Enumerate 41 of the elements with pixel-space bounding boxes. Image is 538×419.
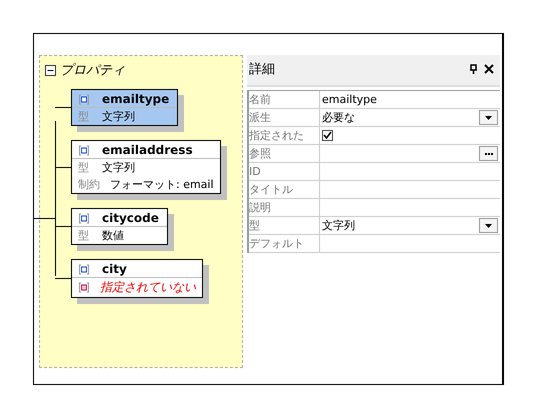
property-label: デフォルト bbox=[249, 235, 320, 252]
element-icon bbox=[78, 212, 90, 224]
element-icon bbox=[78, 282, 90, 293]
property-label: 指定された bbox=[249, 127, 320, 144]
details-title: 詳細 bbox=[249, 61, 276, 78]
close-icon[interactable] bbox=[484, 64, 494, 74]
caret-icon bbox=[485, 224, 492, 228]
field-label: 型 bbox=[78, 109, 90, 124]
field-value: 文字列 bbox=[102, 160, 135, 175]
node-name: emailaddress bbox=[102, 143, 193, 157]
property-label: 説明 bbox=[249, 199, 320, 216]
node-name: city bbox=[102, 262, 127, 276]
tree-title: プロパティ bbox=[60, 62, 125, 79]
unspecified-text: 指定されていない bbox=[100, 279, 196, 296]
property-label: タイトル bbox=[249, 181, 320, 198]
element-icon bbox=[78, 94, 90, 104]
property-label: 参照 bbox=[249, 145, 320, 162]
field-label: 制約 bbox=[78, 177, 100, 192]
property-value: 必要な bbox=[322, 110, 355, 125]
property-label: 派生 bbox=[249, 109, 320, 126]
field-value: 文字列 bbox=[102, 109, 135, 124]
property-label: 名前 bbox=[249, 91, 320, 108]
node-name: emailtype bbox=[102, 92, 170, 106]
property-label: ID bbox=[249, 163, 320, 180]
caret-icon bbox=[485, 116, 492, 120]
checkbox[interactable] bbox=[322, 130, 333, 141]
element-icon bbox=[78, 264, 90, 274]
dropdown-button[interactable] bbox=[479, 110, 498, 125]
browse-button[interactable] bbox=[479, 146, 498, 161]
field-label: 型 bbox=[78, 160, 90, 175]
collapse-icon[interactable] bbox=[45, 64, 56, 76]
field-value: フォーマット: email bbox=[110, 177, 214, 192]
property-value: 文字列 bbox=[322, 218, 355, 233]
property-label: 型 bbox=[249, 217, 320, 234]
field-label: 型 bbox=[78, 228, 90, 243]
property-value: emailtype bbox=[322, 93, 377, 106]
pin-icon[interactable] bbox=[469, 64, 478, 74]
dropdown-button[interactable] bbox=[479, 218, 498, 233]
node-name: citycode bbox=[102, 211, 159, 225]
element-icon bbox=[78, 144, 90, 156]
field-value: 数値 bbox=[102, 228, 124, 243]
